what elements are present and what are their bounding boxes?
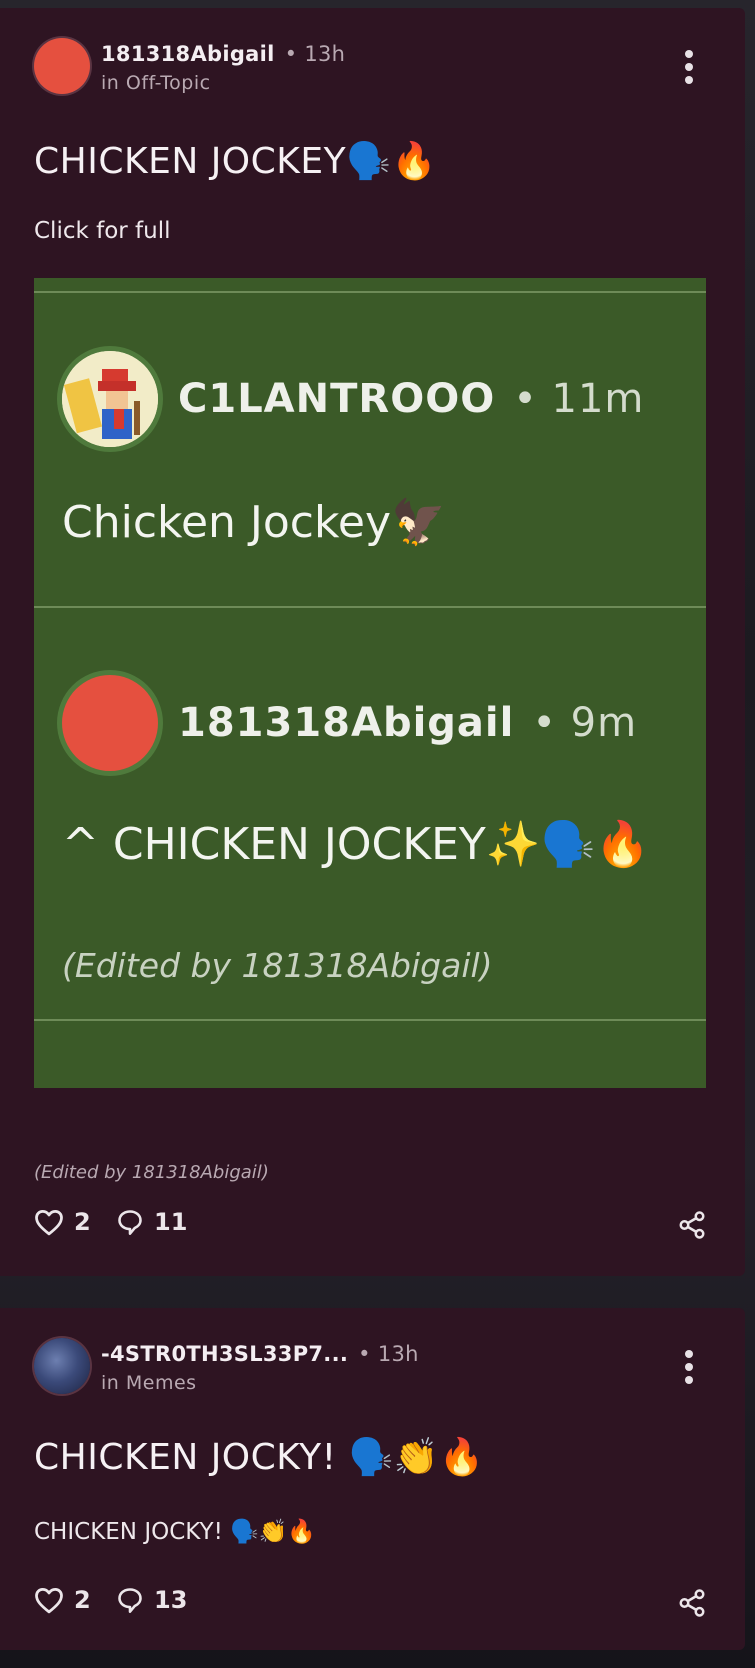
post-community[interactable]: in Memes: [101, 1372, 197, 1394]
avatar[interactable]: [34, 38, 90, 94]
author-name[interactable]: 181318Abigail: [101, 42, 275, 66]
post-card[interactable]: -4STR0TH3SL33P7... • 13h in Memes CHICKEN…: [0, 1308, 745, 1650]
author-name[interactable]: -4STR0TH3SL33P7...: [101, 1342, 348, 1366]
share-icon: [679, 1589, 705, 1617]
edited-note: (Edited by 181318Abigail): [34, 1162, 269, 1183]
like-count: 2: [74, 1208, 91, 1236]
post-card[interactable]: 181318Abigail • 13h in Off-Topic CHICKEN …: [0, 8, 745, 1276]
like-button[interactable]: 2: [34, 1208, 91, 1236]
post-actions: 2 13: [34, 1586, 745, 1622]
post-header: -4STR0TH3SL33P7... • 13h in Memes: [34, 1338, 745, 1398]
divider: [34, 1019, 706, 1021]
post-header: 181318Abigail • 13h in Off-Topic: [34, 38, 745, 98]
post-community[interactable]: in Off-Topic: [101, 72, 211, 94]
embed-message: ^ CHICKEN JOCKEY✨🗣️🔥: [62, 819, 651, 870]
post-author[interactable]: -4STR0TH3SL33P7... • 13h: [101, 1342, 419, 1366]
embed-message: Chicken Jockey🦅: [62, 497, 446, 548]
comment-icon: [118, 1588, 142, 1613]
avatar: [62, 675, 158, 771]
comment-button[interactable]: 13: [116, 1586, 187, 1614]
avatar: [62, 351, 158, 447]
embedded-image[interactable]: C1LANTROOO • 11m Chicken Jockey🦅 181318Ab…: [34, 278, 706, 1088]
share-button[interactable]: [677, 1588, 707, 1622]
heart-icon: [35, 1588, 63, 1614]
divider: [34, 606, 706, 608]
post-author[interactable]: 181318Abigail • 13h: [101, 42, 345, 66]
comment-count: 11: [154, 1208, 188, 1236]
embed-author: 181318Abigail • 9m: [178, 700, 638, 746]
kebab-icon[interactable]: [685, 50, 693, 84]
post-actions: 2 11: [34, 1208, 745, 1244]
avatar[interactable]: [34, 1338, 90, 1394]
post-body: Click for full: [34, 218, 171, 244]
heart-icon: [35, 1210, 63, 1236]
comment-button[interactable]: 11: [116, 1208, 187, 1236]
embed-author: C1LANTROOO • 11m: [178, 376, 645, 422]
post-title: CHICKEN JOCKY! 🗣️👏🔥: [34, 1437, 485, 1478]
post-body: CHICKEN JOCKY! 🗣️👏🔥: [34, 1519, 317, 1545]
divider: [34, 291, 706, 293]
like-button[interactable]: 2: [34, 1586, 91, 1614]
post-time: 13h: [377, 1342, 419, 1366]
share-button[interactable]: [677, 1210, 707, 1244]
post-title: CHICKEN JOCKEY🗣️🔥: [34, 141, 437, 182]
like-count: 2: [74, 1586, 91, 1614]
embed-edited-note: (Edited by 181318Abigail): [62, 946, 493, 985]
kebab-icon[interactable]: [685, 1350, 693, 1384]
comment-count: 13: [154, 1586, 188, 1614]
post-time: 13h: [304, 42, 346, 66]
comment-icon: [118, 1210, 142, 1235]
share-icon: [679, 1211, 705, 1239]
